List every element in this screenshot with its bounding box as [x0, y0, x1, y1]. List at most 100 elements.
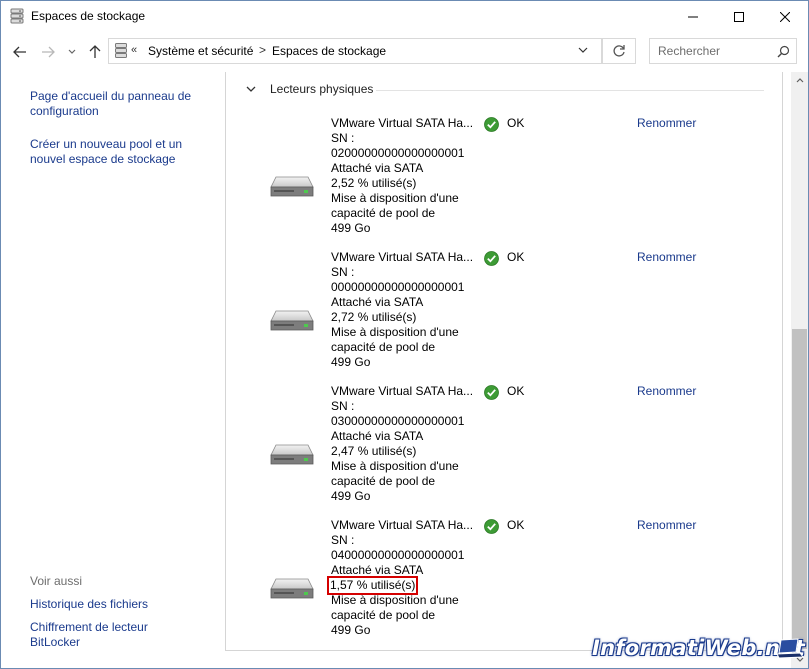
maximize-button[interactable] [716, 1, 762, 32]
arrow-up-icon [89, 45, 101, 58]
drive-capacity-line: Mise à disposition d'une [331, 593, 459, 607]
hard-drive-icon [270, 578, 314, 599]
hard-drive-icon [270, 444, 314, 465]
back-button[interactable] [10, 41, 30, 63]
title-bar: Espaces de stockage [1, 1, 808, 32]
drive-capacity-line: capacité de pool de [331, 474, 436, 488]
hard-drive-icon [270, 310, 314, 331]
sidebar-link-control-panel-home[interactable]: Page d'accueil du panneau de configurati… [30, 89, 205, 119]
sidebar-link-file-history[interactable]: Historique des fichiers [30, 597, 205, 612]
sidebar-link-bitlocker[interactable]: Chiffrement de lecteur BitLocker [30, 620, 160, 650]
breadcrumb-system-security[interactable]: Système et sécurité [148, 44, 253, 58]
drive-capacity-line: capacité de pool de [331, 206, 436, 220]
drive-status: OK [507, 250, 525, 264]
maximize-icon [734, 11, 744, 22]
rename-link[interactable]: Renommer [637, 384, 696, 398]
rename-link[interactable]: Renommer [637, 250, 696, 264]
drive-usage: 2,52 % utilisé(s) [331, 176, 417, 190]
search-icon[interactable] [777, 45, 790, 58]
drive-usage: 2,72 % utilisé(s) [331, 310, 417, 324]
drive-usage-row: 2,52 % utilisé(s) [331, 176, 471, 191]
drive-connection: Attaché via SATA [331, 563, 424, 577]
recent-locations-button[interactable] [62, 41, 82, 63]
drive-capacity-line: Mise à disposition d'une [331, 459, 459, 473]
scroll-up-button[interactable] [791, 72, 808, 89]
close-button[interactable] [762, 1, 808, 32]
drive-connection: Attaché via SATA [331, 295, 424, 309]
drive-capacity-line: capacité de pool de [331, 340, 436, 354]
drive-status: OK [507, 384, 525, 398]
physical-drives-panel: Lecteurs physiques VMware Virtual SATA H… [225, 72, 783, 651]
drive-item: VMware Virtual SATA Ha... SN : 030000000… [226, 384, 784, 518]
drive-connection: Attaché via SATA [331, 161, 424, 175]
sidebar-link-create-pool[interactable]: Créer un nouveau pool et un nouvel espac… [30, 137, 205, 167]
vertical-scrollbar[interactable] [791, 72, 808, 668]
drive-item: VMware Virtual SATA Ha... SN : 000000000… [226, 250, 784, 384]
ok-check-icon [484, 519, 499, 534]
drive-serial: 03000000000000000001 [331, 414, 465, 428]
refresh-button[interactable] [602, 38, 636, 64]
drive-status: OK [507, 518, 525, 532]
drive-serial: 02000000000000000001 [331, 146, 465, 160]
drive-status: OK [507, 116, 525, 130]
drive-serial: 04000000000000000001 [331, 548, 465, 562]
ok-check-icon [484, 385, 499, 400]
search-box[interactable]: Rechercher [649, 38, 797, 64]
see-also-heading: Voir aussi [30, 574, 83, 588]
drive-capacity-line: capacité de pool de [331, 608, 436, 622]
drive-usage-row: 2,72 % utilisé(s) [331, 310, 471, 325]
close-icon [780, 11, 790, 22]
window-title: Espaces de stockage [31, 9, 146, 23]
laptop-logo-icon [776, 638, 804, 659]
arrow-left-icon [13, 46, 26, 58]
drive-sn-label: SN : [331, 131, 355, 145]
drive-capacity-line: 499 Go [331, 355, 371, 369]
section-title-physical-drives[interactable]: Lecteurs physiques [270, 82, 373, 96]
drive-details: VMware Virtual SATA Ha... SN : 000000000… [331, 250, 474, 370]
watermark-text: InformatiWeb.net [592, 636, 806, 660]
up-button[interactable] [85, 41, 105, 63]
chevron-down-icon[interactable] [578, 46, 588, 54]
storage-spaces-window: Espaces de stockage « Système et sécurit… [0, 0, 809, 669]
drive-capacity-line: 499 Go [331, 489, 371, 503]
drive-capacity-line: 499 Go [331, 221, 371, 235]
refresh-icon [613, 45, 625, 57]
hard-drive-icon [270, 176, 314, 197]
ok-check-icon [484, 251, 499, 266]
breadcrumb-storage-spaces[interactable]: Espaces de stockage [272, 44, 386, 58]
drive-sn-label: SN : [331, 399, 355, 413]
ok-check-icon [484, 117, 499, 132]
scroll-thumb[interactable] [792, 329, 807, 649]
drive-usage-row: 2,47 % utilisé(s) [331, 444, 471, 459]
search-input[interactable]: Rechercher [658, 44, 720, 58]
drive-details: VMware Virtual SATA Ha... SN : 040000000… [326, 518, 474, 638]
breadcrumb-overflow[interactable]: « [131, 44, 137, 56]
rename-link[interactable]: Renommer [637, 116, 696, 130]
drive-sn-label: SN : [331, 265, 355, 279]
drive-item: VMware Virtual SATA Ha... SN : 020000000… [226, 116, 784, 250]
drive-name: VMware Virtual SATA Ha... [331, 384, 474, 398]
drive-usage: 2,47 % utilisé(s) [331, 444, 417, 458]
drive-name: VMware Virtual SATA Ha... [331, 518, 474, 532]
drive-sn-label: SN : [331, 533, 355, 547]
chevron-down-icon [68, 49, 76, 54]
drive-details: VMware Virtual SATA Ha... SN : 030000000… [331, 384, 474, 504]
minimize-button[interactable] [670, 1, 716, 32]
drive-connection: Attaché via SATA [331, 429, 424, 443]
forward-button[interactable] [38, 41, 58, 63]
drive-usage-row: 1,57 % utilisé(s) [326, 576, 471, 595]
storage-spaces-icon [115, 43, 127, 58]
breadcrumb-separator[interactable]: > [259, 43, 266, 57]
rename-link[interactable]: Renommer [637, 518, 696, 532]
drive-capacity-line: Mise à disposition d'une [331, 191, 459, 205]
minimize-icon [688, 16, 698, 17]
address-bar[interactable]: « Système et sécurité > Espaces de stock… [108, 38, 602, 64]
section-divider [376, 90, 764, 91]
drive-details: VMware Virtual SATA Ha... SN : 020000000… [331, 116, 474, 236]
arrow-right-icon [42, 46, 55, 58]
drive-name: VMware Virtual SATA Ha... [331, 116, 474, 130]
drive-capacity-line: 499 Go [331, 623, 371, 637]
storage-spaces-icon [10, 8, 24, 24]
drive-name: VMware Virtual SATA Ha... [331, 250, 474, 264]
chevron-down-icon[interactable] [246, 85, 256, 93]
